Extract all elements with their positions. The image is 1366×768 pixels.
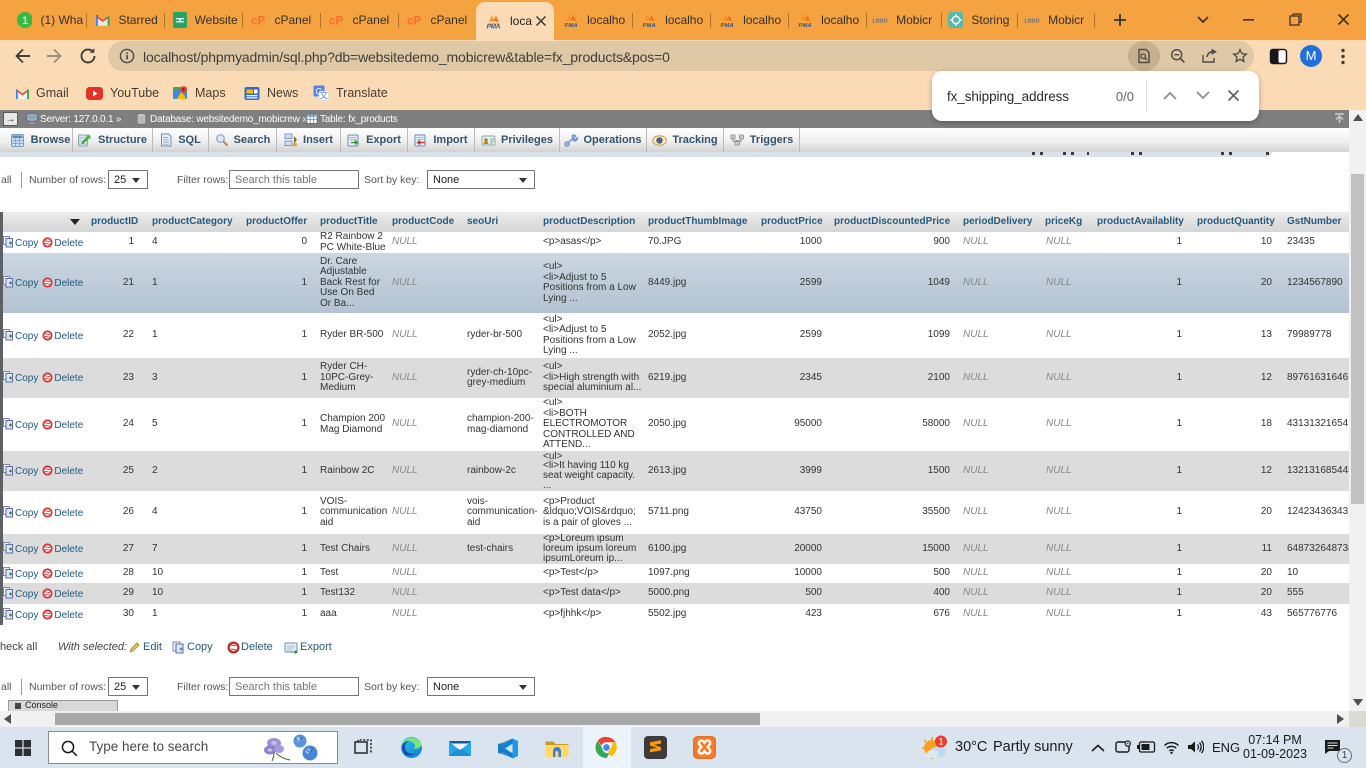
- svg-text:PMA: PMA: [565, 23, 578, 28]
- svg-text:PMA: PMA: [643, 23, 656, 28]
- svg-text:PMA: PMA: [721, 23, 734, 28]
- svg-text:LOGO: LOGO: [873, 18, 888, 24]
- svg-text:cP: cP: [407, 14, 421, 27]
- svg-text:PMA: PMA: [799, 23, 812, 28]
- svg-text:1: 1: [938, 737, 943, 747]
- svg-text:LOGO: LOGO: [1025, 18, 1040, 24]
- svg-text:1: 1: [22, 15, 28, 27]
- svg-text:文: 文: [319, 90, 328, 101]
- svg-text:PMA: PMA: [487, 24, 501, 30]
- svg-text:cP: cP: [251, 14, 265, 27]
- svg-text:cP: cP: [329, 14, 343, 27]
